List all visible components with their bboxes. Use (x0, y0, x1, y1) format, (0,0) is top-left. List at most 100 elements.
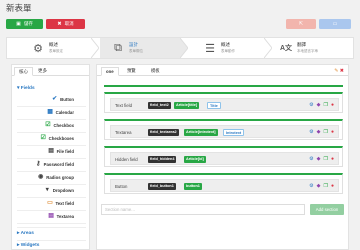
delete-icon[interactable]: ● (331, 156, 334, 162)
tab-template[interactable]: 模板 (147, 67, 164, 75)
tag-icon[interactable]: ◆ (317, 129, 321, 135)
field-type-label: Text field (115, 102, 132, 108)
section-fields-label: Fields (20, 86, 35, 91)
calendar-icon: ▦ (47, 109, 53, 115)
toolbar-action-button-2[interactable]: ▭ (319, 19, 351, 29)
section-widgets-label: Widgets (20, 243, 40, 248)
field-palette: 核心 更多 ▾ Fields ✔ Button ▦ Calendar ☑ Checkbox… (11, 64, 90, 250)
tab-more[interactable]: 更多 (34, 67, 51, 75)
field-item[interactable]: ◉ Radios group (37, 173, 74, 182)
step-separator (180, 38, 188, 58)
divider (17, 227, 86, 228)
section-widgets-header[interactable]: ▸ Widgets (17, 243, 39, 248)
copy-icon[interactable]: ❐ (323, 102, 327, 108)
step-subtitle: 表單動作 (221, 49, 235, 53)
section-areas-header[interactable]: ▸ Areas (17, 231, 34, 236)
field-column-badge: Article[id] (184, 155, 206, 163)
tag-icon[interactable]: ◆ (317, 156, 321, 162)
tag-icon[interactable]: ◆ (317, 102, 321, 108)
section-fields-header[interactable]: ▾ Fields (17, 86, 35, 91)
textarea-icon: ▤ (48, 213, 54, 219)
field-label: Radios group (46, 175, 74, 180)
design-icon: ⧉ (114, 41, 122, 54)
field-column-badge: Article[introtext] (184, 128, 218, 136)
checkbox-icon: ☑ (45, 122, 51, 128)
field-item[interactable]: ▤ Textarea (48, 212, 74, 221)
step-title: 設計 (129, 42, 138, 47)
field-item[interactable]: ✔ Button (51, 95, 74, 104)
field-item[interactable]: ⚷ Password field (35, 160, 74, 169)
monitor-icon: ▭ (332, 20, 338, 27)
step-subtitle: 本地語言字串 (297, 49, 318, 53)
copy-icon[interactable]: ❐ (323, 129, 327, 135)
gear-icon[interactable]: ⚙ (309, 183, 313, 189)
tab-preview[interactable]: 預覽 (123, 67, 140, 75)
textfield-icon: ▭ (47, 200, 53, 206)
step-design[interactable]: ⧉ 設計 表單欄位 (100, 38, 180, 58)
page-title: 新表單 (6, 3, 32, 13)
palette-tabs: 核心 更多 (12, 65, 89, 76)
field-type-label: Textarea (115, 129, 132, 135)
translate-icon: A文 (279, 45, 293, 52)
field-row-body: Hidden field field_hidden4 Article[id] ⚙ ◆ ❐ ● (110, 152, 339, 165)
gear-icon[interactable]: ⚙ (309, 129, 313, 135)
divider (17, 197, 86, 198)
section-name-input[interactable] (101, 204, 305, 215)
divider (17, 210, 86, 211)
field-row[interactable]: Button field_button1 button1 ⚙ ◆ ❐ ● (104, 173, 343, 194)
row-actions: ⚙ ◆ ❐ ● (309, 156, 334, 162)
export-icon: ⇱ (298, 20, 304, 27)
toolbar: ▣ 儲存 ✖ 取消 ⇱ ▭ (6, 19, 354, 30)
close-icon[interactable]: ✖ (340, 68, 344, 74)
save-button[interactable]: ▣ 儲存 (6, 19, 43, 29)
field-column-badge: button1 (184, 182, 202, 190)
checkboxes-icon: ☑ (40, 135, 46, 141)
cancel-button[interactable]: ✖ 取消 (46, 19, 85, 29)
step-translate[interactable]: A文 翻譯 本地語言字串 (278, 38, 353, 58)
add-section-button[interactable]: Add section (310, 204, 344, 215)
gear-icon[interactable]: ⚙ (309, 156, 313, 162)
toolbar-action-button-1[interactable]: ⇱ (286, 19, 316, 29)
delete-icon[interactable]: ● (331, 129, 334, 135)
divider (17, 119, 86, 120)
field-row[interactable]: Textarea field_textarea2 Article[introtext… (104, 119, 343, 140)
tag-icon[interactable]: ◆ (317, 183, 321, 189)
file-icon: ▤ (48, 148, 54, 154)
field-item[interactable]: ☑ Checkboxes (40, 134, 74, 143)
key-icon: ⚷ (35, 161, 41, 167)
gear-icon[interactable]: ⚙ (309, 102, 313, 108)
divider (17, 223, 86, 224)
step-actions[interactable]: ☰ 概述 表單動作 (202, 38, 262, 58)
divider (17, 240, 86, 241)
delete-icon[interactable]: ● (331, 102, 334, 108)
gear-icon: ⚙ (33, 42, 43, 55)
field-label: Calendar (55, 110, 74, 115)
section-areas-label: Areas (20, 231, 34, 236)
field-item[interactable]: ☑ Checkbox (44, 121, 74, 130)
wizard-steps: ⚙ 概述 表單設定 ⧉ 設計 表單欄位 ☰ 概述 表單動作 A文 翻譯 本地語言… (6, 37, 354, 59)
divider (17, 132, 86, 133)
field-item[interactable]: ▾ Dropdown (44, 186, 74, 195)
copy-icon[interactable]: ❐ (323, 156, 327, 162)
field-label: Textarea (56, 214, 74, 219)
dropdown-icon: ▾ (45, 187, 49, 193)
step-overview[interactable]: ⚙ 概述 表單設定 (30, 38, 90, 58)
copy-icon[interactable]: ❐ (323, 183, 327, 189)
tab-core[interactable]: 核心 (14, 67, 33, 76)
field-type-label: Hidden field (115, 156, 138, 162)
field-item[interactable]: ▭ Text field (46, 199, 74, 208)
field-label: Text field (55, 201, 74, 206)
divider (17, 158, 86, 159)
step-subtitle: 表單設定 (49, 49, 63, 53)
tab-one[interactable]: one (101, 67, 119, 76)
field-row-body: Text field field_text2 Article[title] Title… (110, 98, 339, 111)
field-item[interactable]: ▦ Calendar (47, 108, 74, 117)
step-title: 翻譯 (297, 42, 306, 47)
field-item[interactable]: ▤ File field (48, 147, 74, 156)
field-row[interactable]: Hidden field field_hidden4 Article[id] ⚙ ◆ ❐ ● (104, 146, 343, 167)
edit-icon[interactable]: ✎ (334, 68, 338, 74)
field-label: File field (56, 149, 74, 154)
field-row[interactable]: Text field field_text2 Article[title] Title… (104, 92, 343, 113)
row-actions: ⚙ ◆ ❐ ● (309, 129, 334, 135)
delete-icon[interactable]: ● (331, 183, 334, 189)
